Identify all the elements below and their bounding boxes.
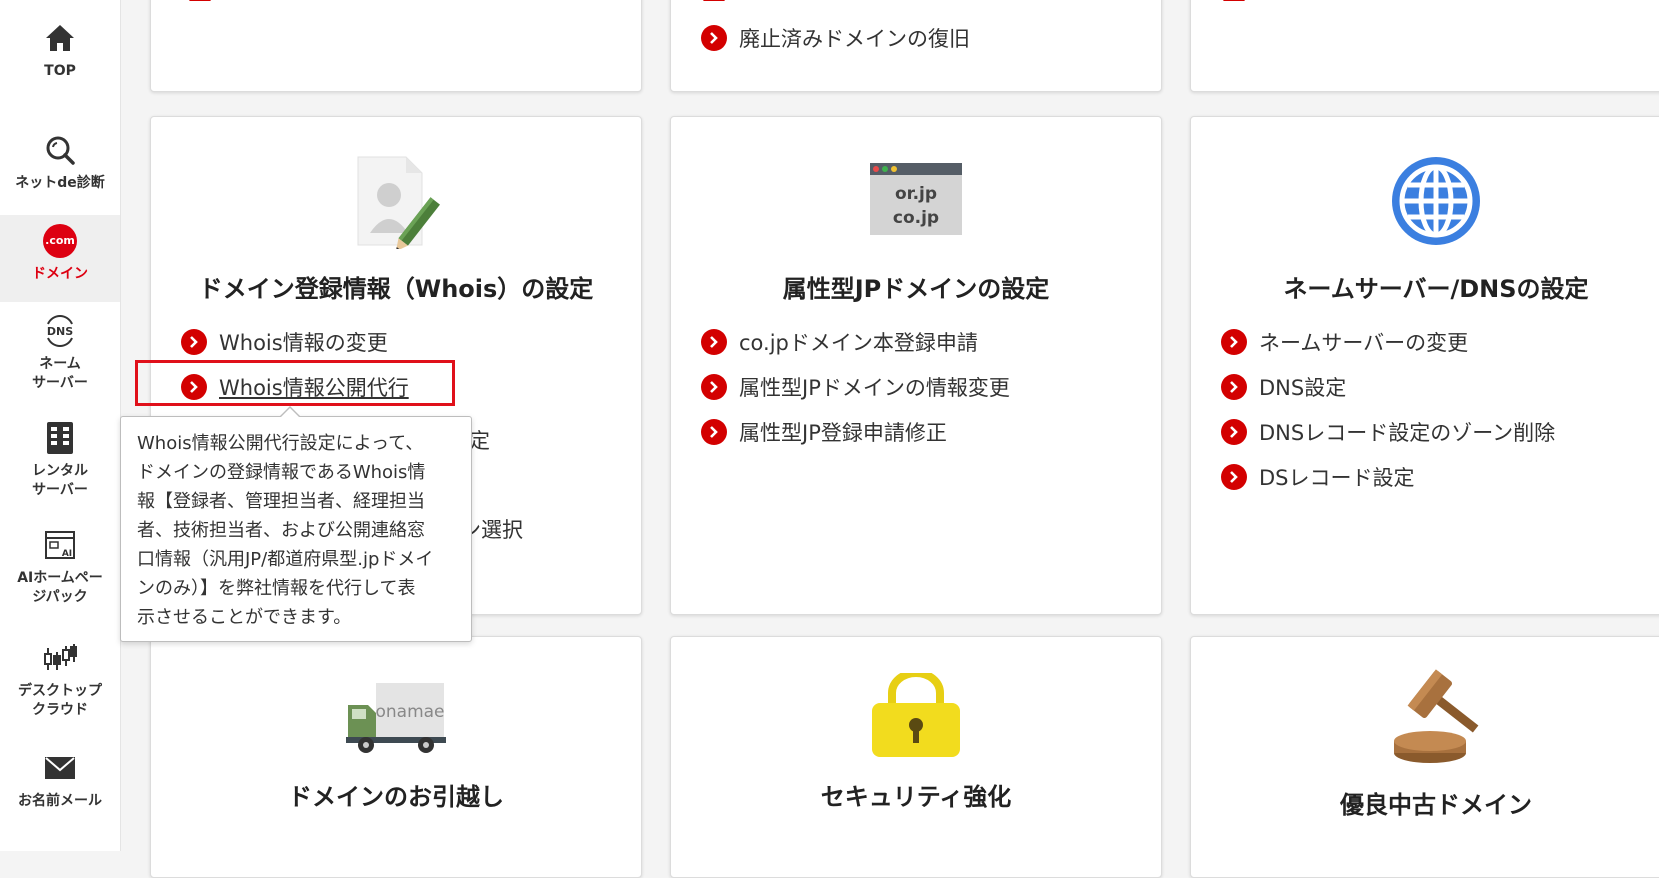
- svg-text:AI: AI: [62, 549, 72, 559]
- jp-info-change-link[interactable]: 属性型JPドメインの情報変更: [701, 364, 1010, 409]
- chevron-right-icon: [181, 373, 207, 400]
- sidebar-item-label: デスクトップ クラウド: [18, 683, 102, 718]
- svg-text:co.jp: co.jp: [893, 208, 939, 228]
- sidebar-item-label: レンタル サーバー: [32, 463, 88, 498]
- chevron-right-icon: [1221, 328, 1247, 355]
- sidebar-item-top[interactable]: TOP: [0, 20, 120, 100]
- padlock-icon: [870, 669, 962, 761]
- document-pencil-icon: [348, 153, 444, 253]
- ai-homepage-icon: AI: [42, 527, 78, 563]
- card-title: セキュリティ強化: [820, 783, 1012, 811]
- sidebar-item-desktop-cloud[interactable]: デスクトップ クラウド: [0, 640, 120, 732]
- tooltip-line: 報【登録者、管理担当者、経理担当: [137, 491, 425, 512]
- sidebar-item-mail[interactable]: お名前メール: [0, 750, 120, 820]
- card-title: ネームサーバー/DNSの設定: [1283, 275, 1589, 303]
- chevron-right-icon: [1221, 418, 1247, 445]
- chart-candle-icon: [42, 640, 78, 676]
- svg-text:or.jp: or.jp: [895, 184, 937, 204]
- tooltip-line: 示させることができます。: [137, 607, 352, 628]
- server-icon: [42, 420, 78, 456]
- card-top-middle: 廃止済みドメインの復旧: [670, 0, 1162, 92]
- card-title: 優良中古ドメイン: [1340, 791, 1532, 819]
- whois-privacy-link[interactable]: Whois情報公開代行: [181, 364, 409, 409]
- chevron-right-icon: [701, 24, 727, 51]
- sidebar-item-diagnosis[interactable]: ネットde診断: [0, 132, 120, 204]
- card-dns: ネームサーバー/DNSの設定 ネームサーバーの変更 DNS設定 DNSレコード設…: [1190, 116, 1659, 615]
- mail-icon: [42, 750, 78, 786]
- tooltip-line: 口情報（汎用JP/都道府県型.jpドメイ: [137, 549, 434, 570]
- browser-window-icon: or.jp co.jp: [870, 163, 962, 239]
- card-title: 属性型JPドメインの設定: [782, 275, 1050, 303]
- card-top-right: [1190, 0, 1659, 92]
- truck-icon: onamae: [346, 683, 446, 759]
- card-security: セキュリティ強化: [670, 636, 1162, 878]
- sidebar-item-domain[interactable]: .com ドメイン: [0, 215, 120, 302]
- sidebar-item-label: ネットde診断: [15, 175, 105, 191]
- card-jp-domain: or.jp co.jp 属性型JPドメインの設定 co.jpドメイン本登録申請 …: [670, 116, 1162, 615]
- dns-icon: DNS: [42, 313, 78, 349]
- gavel-icon: [1388, 669, 1484, 769]
- globe-icon: [1390, 155, 1482, 251]
- card-title: ドメイン登録情報（Whois）の設定: [198, 275, 594, 303]
- tooltip-line: ンのみ）】を弊社情報を代行して表: [137, 578, 416, 599]
- card-domain-move: onamae ドメインのお引越し: [150, 636, 642, 878]
- hidden-link-fragment: 定: [469, 429, 490, 453]
- cojp-register-link[interactable]: co.jpドメイン本登録申請: [701, 319, 1010, 364]
- tooltip-line: ドメインの登録情報であるWhois情: [137, 462, 426, 483]
- jp-application-fix-link[interactable]: 属性型JP登録申請修正: [701, 409, 1010, 454]
- chevron-right-icon: [701, 418, 727, 445]
- chevron-right-icon: [701, 328, 727, 355]
- sidebar-item-label: お名前メール: [18, 793, 102, 809]
- tooltip-line: Whois情報公開代行設定によって、: [137, 433, 424, 454]
- tooltip: Whois情報公開代行設定によって、 ドメインの登録情報であるWhois情 報【…: [120, 406, 472, 642]
- sidebar-item-nameserver[interactable]: DNS ネーム サーバー: [0, 313, 120, 403]
- card-top-left: [150, 0, 642, 92]
- svg-text:DNS: DNS: [47, 325, 73, 338]
- search-icon: [42, 132, 78, 168]
- sidebar-item-label: AIホームペー ジパック: [17, 570, 103, 605]
- sidebar: TOP ネットde診断 .com ドメイン DNS ネーム サーバー レンタル …: [0, 0, 121, 851]
- card-title: ドメインのお引越し: [288, 783, 504, 811]
- sidebar-item-label: TOP: [44, 63, 76, 79]
- chevron-right-icon: [701, 373, 727, 400]
- tooltip-line: 者、技術担当者、および公開連絡窓: [137, 520, 425, 541]
- restore-domain-link[interactable]: 廃止済みドメインの復旧: [701, 15, 970, 60]
- dns-zone-delete-link[interactable]: DNSレコード設定のゾーン削除: [1221, 409, 1555, 454]
- home-icon: [42, 20, 78, 56]
- chevron-right-icon: [181, 328, 207, 355]
- sidebar-item-ai-homepage[interactable]: AI AIホームペー ジパック: [0, 527, 120, 623]
- dns-settings-link[interactable]: DNS設定: [1221, 364, 1555, 409]
- card-used-domain: 優良中古ドメイン: [1190, 636, 1659, 878]
- ds-record-link[interactable]: DSレコード設定: [1221, 454, 1555, 499]
- whois-change-link[interactable]: Whois情報の変更: [181, 319, 409, 364]
- nameserver-change-link[interactable]: ネームサーバーの変更: [1221, 319, 1555, 364]
- svg-text:onamae: onamae: [375, 702, 444, 722]
- chevron-right-icon: [1221, 463, 1247, 490]
- sidebar-item-label: ドメイン: [32, 266, 88, 282]
- sidebar-item-label: ネーム サーバー: [32, 356, 88, 391]
- dotcom-icon: .com: [42, 223, 78, 259]
- sidebar-item-rental-server[interactable]: レンタル サーバー: [0, 420, 120, 510]
- chevron-right-icon: [1221, 373, 1247, 400]
